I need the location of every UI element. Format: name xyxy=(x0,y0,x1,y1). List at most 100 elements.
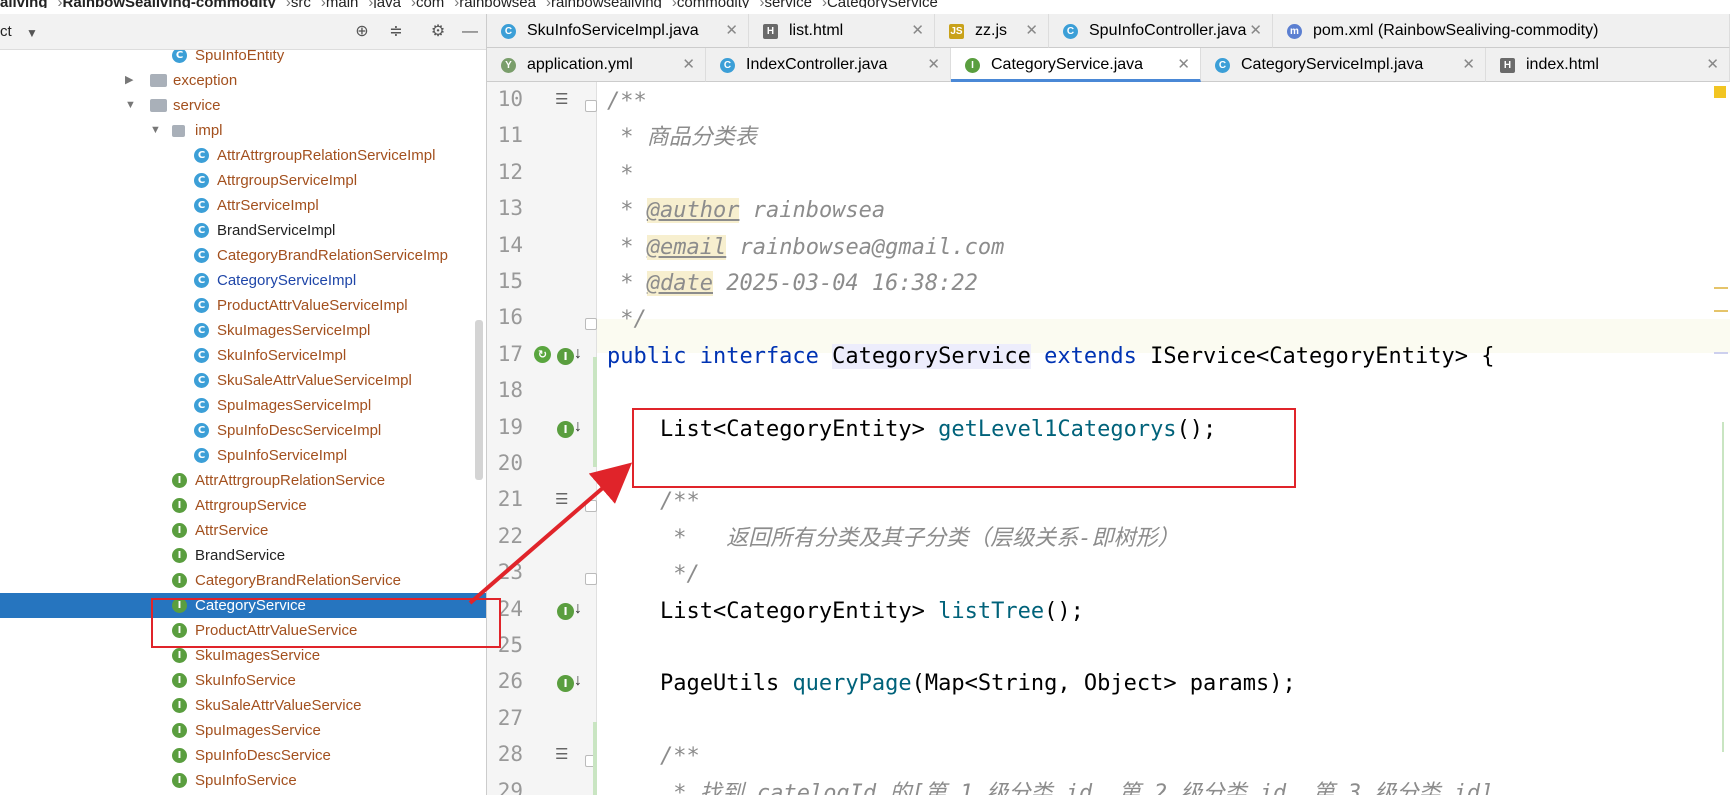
editor-tabs: C SkuInfoServiceImpl.java ✕ Hlist.html ✕ JS zz… xyxy=(487,14,1730,82)
tree-item[interactable]: I SkuInfoService xyxy=(0,668,486,693)
close-icon[interactable]: ✕ xyxy=(1177,48,1190,79)
implementation-gutter-icon[interactable]: I xyxy=(557,602,574,620)
close-icon[interactable]: ✕ xyxy=(682,48,695,81)
run-icon[interactable]: ↻ xyxy=(534,345,551,363)
editor-gutter[interactable]: 10 ☰ 11 12 13 14 15 16 17 I ↓ ↻ 18 19 I ↓ 20 21 ☰ 22 23 24 I ↓ 2… xyxy=(487,82,597,795)
tree-item[interactable]: C SkuInfoServiceImpl xyxy=(0,343,486,368)
locate-icon[interactable]: ⊕ xyxy=(352,22,372,42)
tree-item[interactable]: I BrandService xyxy=(0,543,486,568)
tree-item[interactable]: C CategoryBrandRelationServiceImp xyxy=(0,243,486,268)
implementation-gutter-icon[interactable]: I xyxy=(557,675,574,693)
tree-item[interactable]: C SpuImagesServiceImpl xyxy=(0,393,486,418)
tree-item-label: SkuInfoServiceImpl xyxy=(217,347,347,364)
method-name: queryPage xyxy=(792,671,912,697)
tab-index-html[interactable]: Hindex.html ✕ xyxy=(1486,48,1730,82)
code-line: * @email rainbowsea@gmail.com xyxy=(607,234,1005,260)
tab-pom-xml-rainbowsealiving-commodity[interactable]: m pom.xml (RainbowSealiving-commodity) xyxy=(1273,14,1730,48)
tab-spuinfocontroller-java[interactable]: C SpuInfoController.java ✕ xyxy=(1049,14,1273,48)
comment: * 商品分类表 xyxy=(607,125,757,151)
tree-item[interactable]: C SpuInfoServiceImpl xyxy=(0,443,486,468)
comment: */ xyxy=(607,307,647,333)
expand-arrow-icon[interactable]: ▼ xyxy=(150,118,161,143)
tab-zz-js[interactable]: JS zz.js ✕ xyxy=(935,14,1049,48)
tree-item[interactable]: C AttrAttrgroupRelationServiceImpl xyxy=(0,143,486,168)
doc-comment-icon[interactable]: ☰ xyxy=(555,90,579,110)
tab-application-yml[interactable]: Yapplication.yml ✕ xyxy=(487,48,706,82)
collapse-all-icon[interactable]: ≑ xyxy=(386,22,406,42)
tab-categoryservice-java[interactable]: I CategoryService.java ✕ xyxy=(951,48,1201,82)
tree-item[interactable]: ▼ service xyxy=(0,93,486,118)
doc-comment-icon[interactable]: ☰ xyxy=(555,490,579,510)
tab-skuinfoserviceimpl-java[interactable]: C SkuInfoServiceImpl.java ✕ xyxy=(487,14,749,48)
breadcrumb-item[interactable]: RainbowSealiving-commodity xyxy=(63,0,276,8)
breadcrumb-item[interactable]: aliving xyxy=(0,0,48,8)
tree-item[interactable]: C BrandServiceImpl xyxy=(0,218,486,243)
close-icon[interactable]: ✕ xyxy=(725,14,738,47)
close-icon[interactable]: ✕ xyxy=(927,48,940,81)
tab-list-html[interactable]: Hlist.html ✕ xyxy=(749,14,935,48)
scroll-marker xyxy=(1714,310,1728,312)
warning-marker[interactable] xyxy=(1714,86,1726,98)
tree-item[interactable]: ▼ impl xyxy=(0,118,486,143)
close-icon[interactable]: ✕ xyxy=(911,14,924,47)
tree-item[interactable]: C SkuImagesServiceImpl xyxy=(0,318,486,343)
breadcrumb-item[interactable]: service xyxy=(764,0,812,8)
fold-marker-icon[interactable] xyxy=(585,573,597,586)
class-icon: C xyxy=(194,273,209,288)
tree-item-label: AttrService xyxy=(195,522,269,539)
tree-item[interactable]: C CategoryServiceImpl xyxy=(0,268,486,293)
minimize-icon[interactable]: — xyxy=(460,22,480,42)
fold-marker-icon[interactable] xyxy=(585,318,597,331)
project-scrollbar[interactable] xyxy=(475,320,483,480)
interface-icon: I xyxy=(172,773,187,788)
tree-item[interactable]: I AttrgroupService xyxy=(0,493,486,518)
interface-icon: I xyxy=(172,498,187,513)
breadcrumb-item[interactable]: rainbowsea xyxy=(459,0,536,8)
tree-item[interactable]: I CategoryBrandRelationService xyxy=(0,568,486,593)
tree-item[interactable]: C AttrgroupServiceImpl xyxy=(0,168,486,193)
tree-item[interactable]: I SkuSaleAttrValueService xyxy=(0,693,486,718)
tree-item[interactable]: ▶ exception xyxy=(0,68,486,93)
close-icon[interactable]: ✕ xyxy=(1025,14,1038,47)
fold-marker-icon[interactable] xyxy=(585,500,597,513)
tree-item[interactable]: C AttrServiceImpl xyxy=(0,193,486,218)
breadcrumb-item[interactable]: java xyxy=(373,0,401,8)
tab-indexcontroller-java[interactable]: C IndexController.java ✕ xyxy=(706,48,951,82)
implementation-gutter-icon[interactable]: I xyxy=(557,420,574,438)
tree-item[interactable]: C SpuInfoEntity xyxy=(0,50,486,68)
tree-item[interactable]: I SpuInfoService xyxy=(0,768,486,793)
tab-categoryserviceimpl-java[interactable]: C CategoryServiceImpl.java ✕ xyxy=(1201,48,1486,82)
tree-item[interactable]: I AttrAttrgroupRelationService xyxy=(0,468,486,493)
tree-item[interactable]: I AttrService xyxy=(0,518,486,543)
comment: /** xyxy=(607,89,647,114)
fold-marker-icon[interactable] xyxy=(585,100,597,112)
dropdown-chevron-icon[interactable]: ▼ xyxy=(22,23,42,43)
project-panel-title[interactable]: ct xyxy=(0,23,12,40)
doc-comment-icon[interactable]: ☰ xyxy=(555,745,579,765)
tree-item[interactable]: C ProductAttrValueServiceImpl xyxy=(0,293,486,318)
collapse-arrow-icon[interactable]: ▶ xyxy=(125,68,133,93)
gear-icon[interactable]: ⚙ xyxy=(428,22,448,42)
interface-icon: I xyxy=(172,723,187,738)
code-line: * xyxy=(607,159,633,191)
tree-item[interactable]: I SpuImagesService xyxy=(0,718,486,743)
expand-arrow-icon[interactable]: ▼ xyxy=(125,93,136,118)
close-icon[interactable]: ✕ xyxy=(1462,48,1475,81)
editor-scrollbar-markers[interactable] xyxy=(1712,82,1730,795)
breadcrumb-item[interactable]: src xyxy=(291,0,311,8)
close-icon[interactable]: ✕ xyxy=(1249,14,1262,47)
tree-item-label: AttrgroupServiceImpl xyxy=(217,172,358,189)
breadcrumb-item[interactable]: com xyxy=(416,0,444,8)
breadcrumb-item[interactable]: rainbowsealiving xyxy=(551,0,662,8)
tree-item[interactable]: C SkuSaleAttrValueServiceImpl xyxy=(0,368,486,393)
tree-item[interactable]: I SpuInfoDescService xyxy=(0,743,486,768)
close-icon[interactable]: ✕ xyxy=(1706,48,1719,81)
implementation-gutter-icon[interactable]: I xyxy=(557,347,574,365)
interface-icon: I xyxy=(172,573,187,588)
project-tree[interactable]: C SpuInfoEntity ▶ exception ▼ service ▼ impl C At… xyxy=(0,50,486,795)
breadcrumb-item[interactable]: CategoryService xyxy=(827,0,938,8)
breadcrumb-item[interactable]: main xyxy=(326,0,359,8)
tree-item[interactable]: C SpuInfoDescServiceImpl xyxy=(0,418,486,443)
breadcrumb[interactable]: aliving›RainbowSealiving-commodity›src›m… xyxy=(0,0,1075,8)
breadcrumb-item[interactable]: commodity xyxy=(677,0,750,8)
